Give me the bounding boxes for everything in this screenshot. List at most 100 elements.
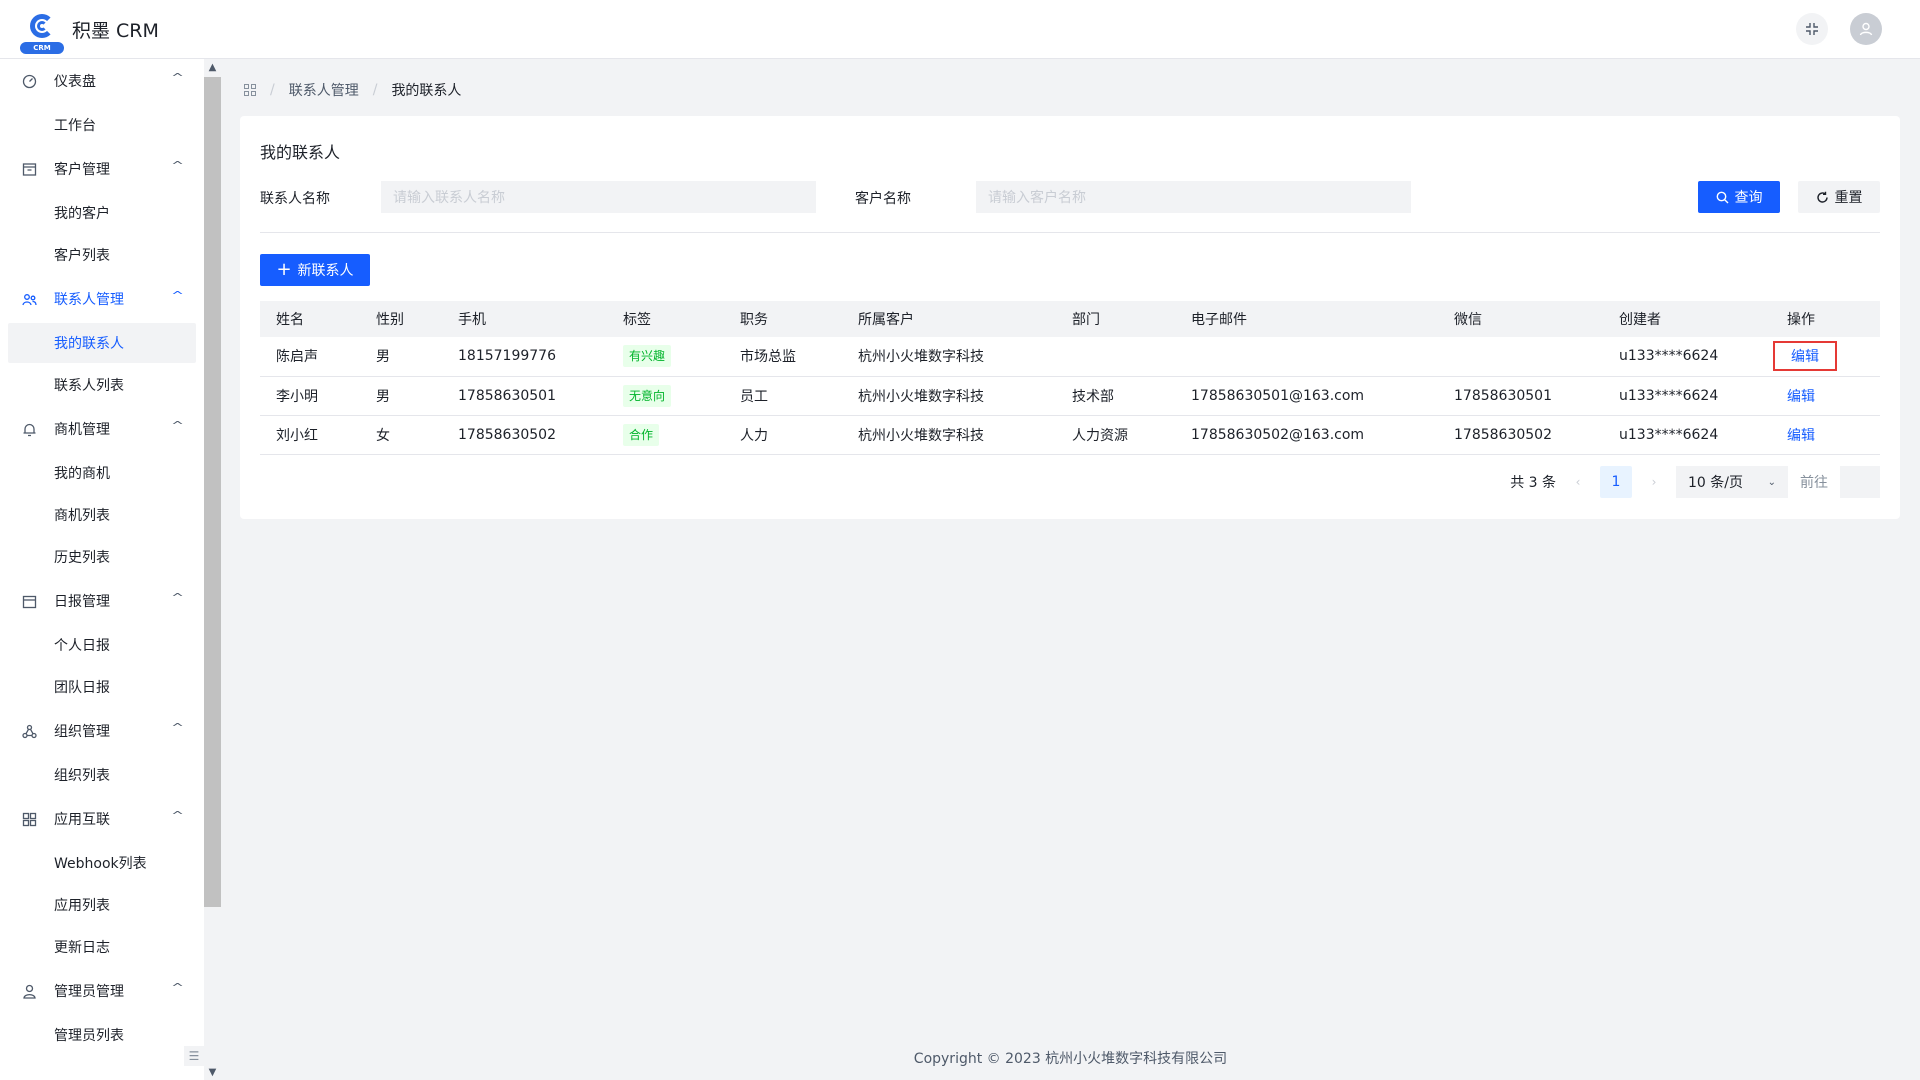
sidebar-item[interactable]: 我的联系人 xyxy=(8,323,196,363)
breadcrumb-current: 我的联系人 xyxy=(391,83,462,99)
chevron-up-icon: ^ xyxy=(170,591,184,604)
calendar-icon xyxy=(20,592,38,610)
sidebar-item[interactable]: 我的商机 xyxy=(8,453,196,493)
cell-creator: u133****6624 xyxy=(1603,376,1771,416)
reset-button[interactable]: 重置 xyxy=(1798,181,1880,213)
scroll-up-icon[interactable]: ▲ xyxy=(204,61,221,75)
table-row: 李小明男 17858630501 无意向 员工 杭州小火堆数字科技 技术部 17858630… xyxy=(260,376,1880,416)
cell-gender: 女 xyxy=(360,415,442,455)
sidebar-item[interactable]: 商机列表 xyxy=(8,495,196,535)
home-grid-icon[interactable] xyxy=(244,84,256,96)
status-badge: 合作 xyxy=(623,423,660,446)
sidebar-item[interactable]: 管理员列表 xyxy=(8,1015,196,1055)
fullscreen-icon[interactable] xyxy=(1796,13,1828,45)
menu-group-label: 商机管理 xyxy=(54,422,110,438)
cell-name: 李小明 xyxy=(260,376,360,416)
cell-tag: 无意向 xyxy=(607,376,724,416)
new-contact-label: 新联系人 xyxy=(297,263,354,279)
page-number[interactable]: 1 xyxy=(1600,466,1632,498)
chevron-up-icon: ^ xyxy=(170,71,184,84)
sidebar-item[interactable]: 联系人列表 xyxy=(8,365,196,405)
menu-group[interactable]: 日报管理 ^ xyxy=(0,579,204,623)
customer-name-input[interactable]: 请输入客户名称 xyxy=(976,181,1411,213)
col-title: 职务 xyxy=(724,301,842,337)
menu-group[interactable]: 组织管理 ^ xyxy=(0,709,204,753)
goto-label: 前往 xyxy=(1800,475,1828,491)
cell-creator: u133****6624 xyxy=(1603,337,1771,377)
menu-group[interactable]: 管理员管理 ^ xyxy=(0,969,204,1013)
col-tag: 标签 xyxy=(607,301,724,337)
query-label: 查询 xyxy=(1734,190,1763,206)
scroll-thumb[interactable] xyxy=(204,77,221,907)
goto-page-input[interactable] xyxy=(1840,466,1880,498)
customer-icon xyxy=(20,160,38,178)
edit-link[interactable]: 编辑 xyxy=(1787,386,1815,406)
plus-icon: + xyxy=(276,259,292,280)
table-row: 陈启声男 18157199776 有兴趣 市场总监 杭州小火堆数字科技 u133****6… xyxy=(260,337,1880,377)
cell-customer: 杭州小火堆数字科技 xyxy=(842,415,1056,455)
cell-phone: 17858630502 xyxy=(442,415,607,455)
status-badge: 有兴趣 xyxy=(623,345,672,368)
menu-group[interactable]: 商机管理 ^ xyxy=(0,407,204,451)
menu-group[interactable]: 客户管理 ^ xyxy=(0,147,204,191)
col-creator: 创建者 xyxy=(1603,301,1771,337)
chevron-up-icon: ^ xyxy=(170,289,184,302)
menu-group-label: 客户管理 xyxy=(54,162,110,178)
chevron-down-icon: ⌄ xyxy=(1767,476,1776,488)
next-page-icon[interactable]: › xyxy=(1644,475,1664,489)
sidebar-item[interactable]: 更新日志 xyxy=(8,927,196,967)
col-phone: 手机 xyxy=(442,301,607,337)
query-button[interactable]: 查询 xyxy=(1698,181,1780,213)
edit-link[interactable]: 编辑 xyxy=(1787,425,1815,445)
collapse-sidebar-icon[interactable]: ☰ xyxy=(184,1046,204,1066)
cell-name: 刘小红 xyxy=(260,415,360,455)
edit-link[interactable]: 编辑 xyxy=(1791,346,1819,366)
menu-group-label: 应用互联 xyxy=(54,812,110,828)
menu-group[interactable]: 联系人管理 ^ xyxy=(0,277,204,321)
contacts-icon xyxy=(20,290,38,308)
sidebar-item[interactable]: 应用列表 xyxy=(8,885,196,925)
user-avatar[interactable] xyxy=(1850,13,1882,45)
sidebar-item[interactable]: 工作台 xyxy=(8,105,196,145)
col-name: 姓名 xyxy=(260,301,360,337)
table-row: 刘小红女 17858630502 合作 人力 杭州小火堆数字科技 人力资源 17858630… xyxy=(260,415,1880,455)
sidebar-item[interactable]: Webhook列表 xyxy=(8,843,196,883)
contact-name-input[interactable]: 请输入联系人名称 xyxy=(381,181,816,213)
pagination: 共 3 条 ‹ 1 › 10 条/页 ⌄ 前往 xyxy=(1510,466,1880,498)
cell-email: 17858630501@163.com xyxy=(1175,376,1438,416)
cell-gender: 男 xyxy=(360,337,442,377)
menu-group-label: 组织管理 xyxy=(54,724,110,740)
cell-dept: 技术部 xyxy=(1056,376,1175,416)
scroll-down-icon[interactable]: ▼ xyxy=(204,1066,221,1080)
page-size-select[interactable]: 10 条/页 ⌄ xyxy=(1676,466,1788,498)
breadcrumb-contacts[interactable]: 联系人管理 xyxy=(289,80,359,100)
menu-group-label: 管理员管理 xyxy=(54,984,124,1000)
total-count: 共 3 条 xyxy=(1510,475,1556,491)
app-title: 积墨 CRM xyxy=(72,19,159,42)
sidebar-item[interactable]: 我的客户 xyxy=(8,193,196,233)
sidebar-item[interactable]: 个人日报 xyxy=(8,625,196,665)
apps-icon xyxy=(20,810,38,828)
sidebar-item[interactable]: 历史列表 xyxy=(8,537,196,577)
new-contact-button[interactable]: + 新联系人 xyxy=(260,254,370,286)
sidebar-item[interactable]: 客户列表 xyxy=(8,235,196,275)
cell-tag: 合作 xyxy=(607,415,724,455)
sidebar-scrollbar[interactable]: ▲ ▼ xyxy=(204,59,221,1080)
bell-icon xyxy=(20,420,38,438)
menu-group[interactable]: 应用互联 ^ xyxy=(0,797,204,841)
col-dept: 部门 xyxy=(1056,301,1175,337)
table-header-row: 姓名 性别 手机 标签 职务 所属客户 部门 电子邮件 微信 创建者 操作 xyxy=(260,301,1880,337)
sidebar-item[interactable]: 组织列表 xyxy=(8,755,196,795)
prev-page-icon[interactable]: ‹ xyxy=(1568,475,1588,489)
sidebar: 仪表盘 ^ 工作台 客户管理 ^ 我的客户 客户列表 联系人管理 ^ 我的联系人联… xyxy=(0,59,204,1080)
app-logo[interactable]: CRM xyxy=(20,6,64,54)
menu-group[interactable]: 仪表盘 ^ xyxy=(0,59,204,103)
page-size-value: 10 条/页 xyxy=(1688,475,1743,491)
filter-divider xyxy=(260,232,1880,233)
sidebar-item[interactable]: 团队日报 xyxy=(8,667,196,707)
contacts-table: 姓名 性别 手机 标签 职务 所属客户 部门 电子邮件 微信 创建者 操作 陈启… xyxy=(260,301,1880,455)
chevron-up-icon: ^ xyxy=(170,419,184,432)
col-email: 电子邮件 xyxy=(1175,301,1438,337)
cell-tag: 有兴趣 xyxy=(607,337,724,377)
chevron-up-icon: ^ xyxy=(170,721,184,734)
